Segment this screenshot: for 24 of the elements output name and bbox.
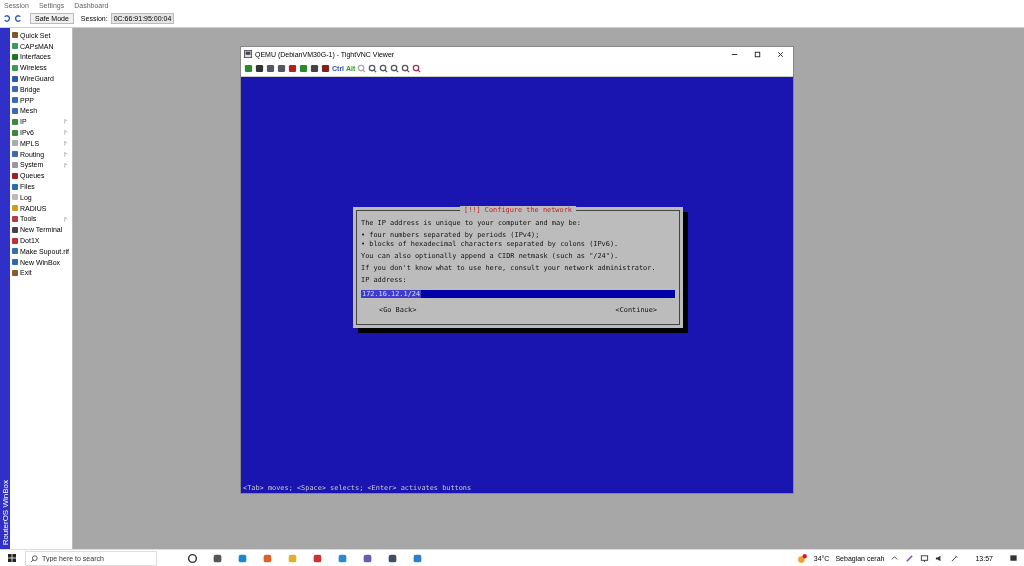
pen-icon[interactable] [905,553,915,563]
notification-icon[interactable] [1009,553,1018,563]
redo-icon[interactable] [14,14,23,24]
toolbar-icon[interactable] [379,64,389,73]
toolbar-icon[interactable] [390,64,400,73]
taskbar-icon[interactable] [362,552,373,564]
windows-icon[interactable] [7,553,17,563]
brand-label: RouterOS WinBox [0,479,10,545]
network-icon[interactable] [920,553,930,563]
chevron-up-icon[interactable] [890,553,900,563]
taskbar-icon[interactable] [387,552,398,564]
undo-icon[interactable] [2,14,11,24]
close-icon[interactable] [776,49,785,59]
maximize-icon[interactable] [753,49,762,59]
taskbar-icon[interactable] [187,552,198,564]
toolbar-icon[interactable] [412,64,422,73]
weather-icon[interactable] [796,552,808,564]
taskbar-icon[interactable] [212,552,223,564]
taskbar-icon[interactable] [312,552,323,564]
toolbar-icon[interactable] [368,64,378,73]
app-icon [244,50,252,58]
pen-tool-icon[interactable] [950,553,960,563]
search-icon [30,554,38,563]
toolbar-icon[interactable] [401,64,411,73]
